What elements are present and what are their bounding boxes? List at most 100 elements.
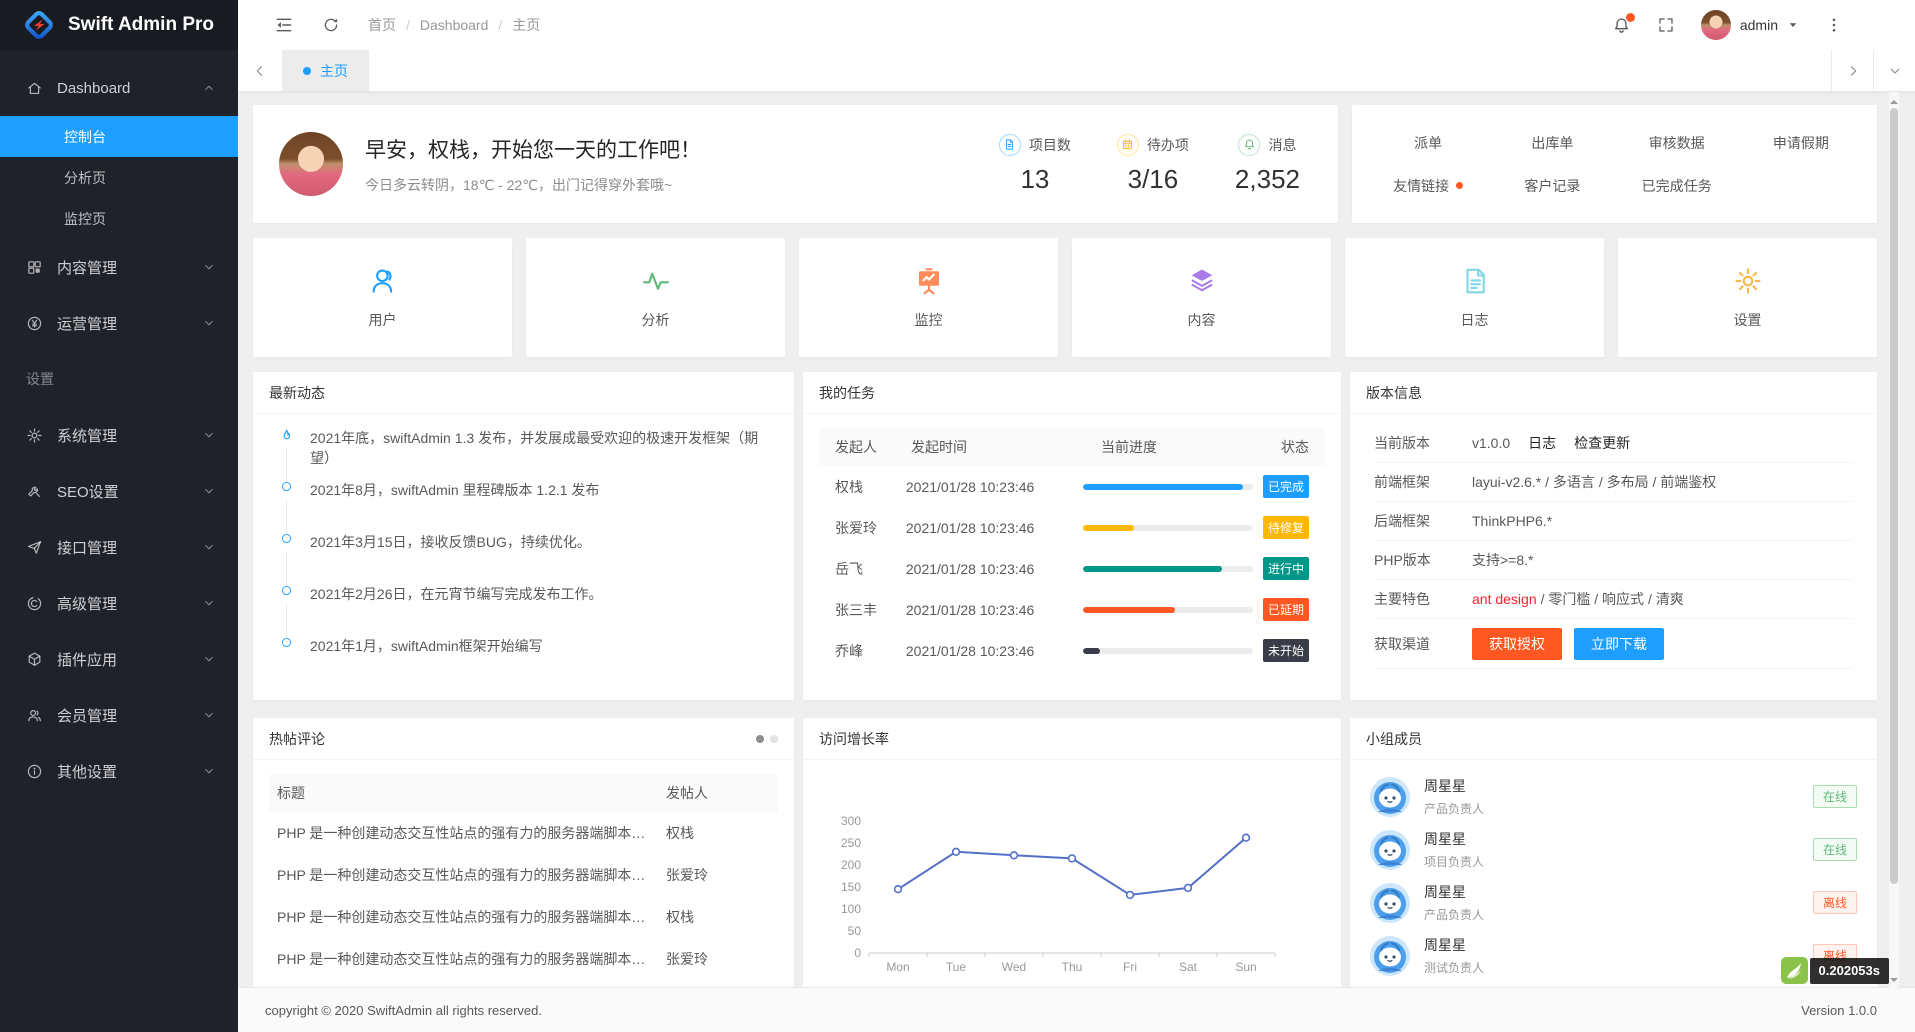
chevron-down-icon [202, 652, 216, 666]
shortcut-logs[interactable]: 日志 [1345, 238, 1604, 357]
calendar-icon [1117, 134, 1139, 156]
check-update-link[interactable]: 检查更新 [1574, 433, 1630, 453]
user-avatar [1701, 10, 1731, 40]
news-item: 2021年3月15日，接收反馈BUG，持续优化。 [277, 530, 770, 582]
sidebar-item-system-manage[interactable]: 系统管理 [0, 407, 238, 463]
version-row: 后端框架ThinkPHP6.* [1374, 502, 1853, 541]
sidebar-item-api-manage[interactable]: 接口管理 [0, 519, 238, 575]
chevron-down-icon [202, 540, 216, 554]
stat-label: 项目数 [1029, 135, 1071, 155]
scrollbar-thumb[interactable] [1890, 108, 1898, 884]
sidebar-item-seo-settings[interactable]: SEO设置 [0, 463, 238, 519]
app-title: Swift Admin Pro [68, 14, 214, 36]
version-card: 版本信息 当前版本v1.0.0日志检查更新前端框架layui-v2.6.* / … [1350, 372, 1877, 700]
sidebar-item-plugin-apps[interactable]: 插件应用 [0, 631, 238, 687]
refresh-icon[interactable] [322, 16, 340, 34]
quick-link-outbound-order[interactable]: 出库单 [1531, 133, 1573, 153]
task-row: 岳飞 2021/01/28 10:23:46 进行中 [819, 548, 1325, 589]
shortcut-users[interactable]: 用户 [253, 238, 512, 357]
username: admin [1740, 17, 1778, 33]
page-load-time-badge: 0.202053s [1781, 957, 1889, 984]
yen-icon [26, 315, 43, 332]
sidebar-item-member-manage[interactable]: 会员管理 [0, 687, 238, 743]
scrollbar-down-arrow[interactable] [1890, 978, 1898, 986]
task-time: 2021/01/28 10:23:46 [906, 520, 1083, 536]
sidebar-item-operation-manage[interactable]: 运营管理 [0, 295, 238, 351]
comment-title: PHP 是一种创建动态交互性站点的强有力的服务器端脚本语言 [277, 823, 666, 843]
tabs-scroll-left-button[interactable] [238, 50, 282, 91]
task-time: 2021/01/28 10:23:46 [906, 479, 1083, 495]
tabs-menu-button[interactable] [1873, 50, 1915, 91]
app-logo[interactable]: Swift Admin Pro [0, 0, 238, 50]
online-status-badge: 离线 [1813, 891, 1857, 914]
member-name: 周星星 [1424, 829, 1813, 849]
quick-link-customer-records[interactable]: 客户记录 [1524, 176, 1580, 196]
comment-row[interactable]: PHP 是一种创建动态交互性站点的强有力的服务器端脚本语言 权栈 [253, 980, 794, 987]
tools-icon [26, 483, 43, 500]
main-area: 首页 / Dashboard / 主页 admin [238, 0, 1915, 1032]
member-name: 周星星 [1424, 882, 1813, 902]
shortcut-monitor[interactable]: 监控 [799, 238, 1058, 357]
tab-home[interactable]: 主页 [282, 50, 369, 91]
quick-link-friend-links[interactable]: 友情链接 [1393, 176, 1463, 196]
copyright-text: copyright © 2020 SwiftAdmin all rights r… [265, 1003, 542, 1018]
comment-row[interactable]: PHP 是一种创建动态交互性站点的强有力的服务器端脚本语言 权栈 [253, 896, 794, 938]
user-menu[interactable]: admin [1701, 10, 1799, 40]
users-icon [26, 707, 43, 724]
task-row: 张爱玲 2021/01/28 10:23:46 待修复 [819, 507, 1325, 548]
chevron-down-icon [202, 764, 216, 778]
stat-todos: 待办项 3/16 [1117, 134, 1189, 195]
tabbar-controls [1831, 50, 1915, 91]
member-role: 项目负责人 [1424, 853, 1813, 870]
robot-avatar-icon [1370, 777, 1410, 817]
breadcrumb-home[interactable]: 首页 [368, 15, 396, 35]
changelog-link[interactable]: 日志 [1528, 433, 1556, 453]
chevron-down-icon [202, 596, 216, 610]
news-item: 2021年底，swiftAdmin 1.3 发布，并发展成最受欢迎的极速开发框架… [277, 426, 770, 478]
comment-row[interactable]: PHP 是一种创建动态交互性站点的强有力的服务器端脚本语言 张爱玲 [253, 854, 794, 896]
team-member-row: 周星星 项目负责人 在线 [1370, 823, 1857, 876]
member-name: 周星星 [1424, 776, 1813, 796]
sidebar-item-dashboard[interactable]: Dashboard [0, 60, 238, 116]
carousel-dot-active[interactable] [756, 735, 764, 743]
quick-link-audit-data[interactable]: 审核数据 [1649, 133, 1705, 153]
comment-row[interactable]: PHP 是一种创建动态交互性站点的强有力的服务器端脚本语言 权栈 [253, 812, 794, 854]
notifications-button[interactable] [1612, 16, 1631, 35]
sidebar-item-advanced-manage[interactable]: 高级管理 [0, 575, 238, 631]
shortcut-analysis[interactable]: 分析 [526, 238, 785, 357]
svg-text:150: 150 [841, 880, 861, 894]
tabs-scroll-right-button[interactable] [1831, 50, 1873, 91]
sidebar-collapse-icon[interactable] [274, 15, 294, 35]
sidebar-subitem-monitor[interactable]: 监控页 [0, 198, 238, 239]
scrollbar-up-arrow[interactable] [1890, 96, 1898, 104]
quick-link-dispatch[interactable]: 派单 [1414, 133, 1442, 153]
shortcut-settings[interactable]: 设置 [1618, 238, 1877, 357]
comment-title: PHP 是一种创建动态交互性站点的强有力的服务器端脚本语言 [277, 865, 666, 885]
sidebar-group-settings-group: 设置 [0, 351, 238, 407]
breadcrumb-current[interactable]: 主页 [512, 15, 540, 35]
carousel-dots [756, 735, 778, 743]
more-menu-icon[interactable] [1825, 16, 1843, 34]
shortcut-content[interactable]: 内容 [1072, 238, 1331, 357]
sidebar-subitem-analysis[interactable]: 分析页 [0, 157, 238, 198]
version-value: v1.0.0 [1472, 435, 1510, 451]
weather-subtitle: 今日多云转阴，18℃ - 22℃，出门记得穿外套哦~ [365, 175, 701, 195]
breadcrumb-dashboard[interactable]: Dashboard [420, 17, 489, 33]
quick-link-completed-tasks[interactable]: 已完成任务 [1642, 176, 1712, 196]
file-icon [999, 134, 1021, 156]
sidebar-item-content-manage[interactable]: 内容管理 [0, 239, 238, 295]
get-license-button[interactable]: 获取授权 [1472, 628, 1562, 660]
comment-row[interactable]: PHP 是一种创建动态交互性站点的强有力的服务器端脚本语言 张爱玲 [253, 938, 794, 980]
app-root: Swift Admin Pro Dashboard 控制台分析页监控页 内容管理… [0, 0, 1915, 1032]
member-role: 产品负责人 [1424, 906, 1813, 923]
carousel-dot[interactable] [770, 735, 778, 743]
sidebar-item-other-settings[interactable]: 其他设置 [0, 743, 238, 799]
page-scrollbar[interactable] [1889, 92, 1899, 990]
fullscreen-icon[interactable] [1657, 16, 1675, 34]
download-now-button[interactable]: 立即下载 [1574, 628, 1664, 660]
sidebar-subitem-console[interactable]: 控制台 [0, 116, 238, 157]
quick-link-leave-request[interactable]: 申请假期 [1773, 133, 1829, 153]
thinkphp-flame-icon [1781, 957, 1808, 984]
comment-poster: 张爱玲 [666, 949, 770, 969]
version-value: 支持>=8.* [1472, 550, 1533, 570]
